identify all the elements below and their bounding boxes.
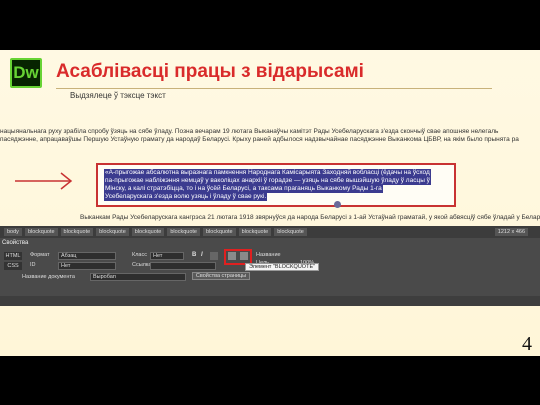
pointer-arrow-icon: [15, 172, 73, 190]
tag-crumb-blockquote[interactable]: blockquote: [238, 228, 272, 236]
slide-title: Асаблівасці працы з відарысамі: [56, 61, 364, 82]
italic-button[interactable]: I: [201, 252, 203, 258]
indent-icon[interactable]: [240, 252, 248, 260]
tag-selector-bar: body blockquote blockquote blockquote bl…: [0, 226, 540, 238]
tag-crumb-blockquote[interactable]: blockquote: [131, 228, 165, 236]
format-select[interactable]: Абзац: [58, 252, 116, 260]
blockquote-line: па-прыгожае наблiжэння немцаў у ваколiца…: [104, 177, 431, 185]
tag-crumb-blockquote[interactable]: blockquote: [167, 228, 200, 236]
tag-crumb-blockquote[interactable]: blockquote: [202, 228, 236, 236]
properties-panel: Свойства HTML CSS Формат Абзац Класс Нет…: [0, 238, 540, 296]
class-select[interactable]: Нет: [150, 252, 184, 260]
document-text-line: пасяджэнне, апрацаваўшы Першую Устаўную …: [0, 136, 519, 143]
tag-crumb-blockquote[interactable]: blockquote: [96, 228, 129, 236]
document-text-line: Выканкам Рады Усебеларускага кангрэса 21…: [80, 214, 540, 221]
blockquote-line: Усебеларускага з'езда волю узяць і ўладу…: [104, 193, 268, 201]
class-label: Класс: [132, 252, 147, 258]
document-title-input[interactable]: Выробап: [90, 273, 186, 281]
format-label: Формат: [30, 252, 50, 258]
tag-crumb-body[interactable]: body: [4, 228, 22, 236]
link-label: Ссылка: [132, 262, 152, 268]
dreamweaver-logo: Dw: [10, 58, 42, 88]
link-input[interactable]: [150, 262, 216, 270]
blockquote-highlight-box[interactable]: «А-прыгожае абсалютна выразнага памкненн…: [96, 163, 456, 208]
unordered-list-icon[interactable]: [210, 252, 218, 260]
element-tooltip: Элемент "BLOCKQUOTE": [245, 263, 320, 271]
title-divider: [56, 88, 492, 89]
blockquote-line: Мінску, а калі стратэбіцца, то і на ўсёй…: [104, 185, 383, 193]
document-text-line: нацыянальнага руху зрабіла спробу ўзяць …: [0, 128, 499, 135]
bold-button[interactable]: B: [192, 252, 196, 258]
tag-crumb-blockquote[interactable]: blockquote: [24, 228, 58, 236]
tag-crumb-blockquote[interactable]: blockquote: [60, 228, 94, 236]
page-number: 4: [522, 333, 532, 355]
cursor-marker-icon: [334, 201, 341, 208]
slide: Dw Асаблівасці працы з відарысамі Выдзял…: [0, 50, 540, 356]
slide-subtitle: Выдзялеце ў тэксце тэкст: [70, 91, 166, 100]
panel-footer: [0, 296, 540, 306]
document-title-label: Название документа: [22, 274, 75, 280]
name-label: Название: [256, 252, 281, 258]
tab-properties[interactable]: Свойства: [2, 240, 28, 246]
id-select[interactable]: Нет: [58, 262, 116, 270]
outdent-icon[interactable]: [228, 252, 236, 260]
page-properties-button[interactable]: Свойства страницы: [192, 272, 250, 280]
css-mode-button[interactable]: CSS: [4, 262, 22, 270]
window-size-readout[interactable]: 1212 x 466: [494, 228, 528, 236]
blockquote-line: «А-прыгожае абсалютна выразнага памкненн…: [104, 169, 431, 177]
html-mode-button[interactable]: HTML: [4, 252, 22, 260]
tag-crumb-blockquote[interactable]: blockquote: [274, 228, 307, 236]
id-label: ID: [30, 262, 36, 268]
